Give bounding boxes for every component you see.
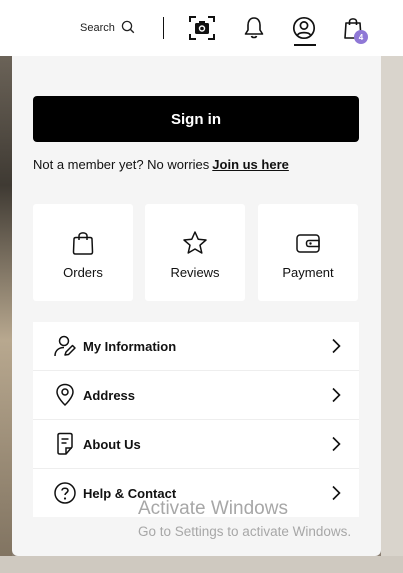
help-circle-icon <box>53 481 77 505</box>
user-edit-icon <box>53 334 77 358</box>
join-us-link[interactable]: Join us here <box>212 157 289 172</box>
orders-tile[interactable]: Orders <box>33 204 133 301</box>
background-page <box>0 56 12 573</box>
location-pin-icon <box>53 383 77 407</box>
member-prompt-text: Not a member yet? No worries <box>33 157 210 172</box>
star-icon <box>182 230 208 256</box>
cart-count-badge: 4 <box>354 30 368 44</box>
top-header: Search 4 <box>0 0 403 56</box>
shopping-bag-icon <box>71 230 95 256</box>
reviews-tile[interactable]: Reviews <box>145 204 245 301</box>
search-label: Search <box>80 22 115 34</box>
user-icon <box>292 16 316 40</box>
chevron-right-icon <box>331 387 341 408</box>
chevron-right-icon <box>331 338 341 359</box>
menu-item-address[interactable]: Address <box>33 371 359 420</box>
tile-label: Orders <box>63 265 103 280</box>
camera-icon <box>188 14 216 42</box>
camera-search-button[interactable] <box>188 14 216 42</box>
account-dropdown-panel: Sign in Not a member yet? No worries Join… <box>12 56 381 556</box>
menu-item-my-information[interactable]: My Information <box>33 322 359 371</box>
chevron-right-icon <box>331 485 341 506</box>
document-icon <box>53 432 77 456</box>
background-page-bottom <box>0 556 403 573</box>
active-indicator <box>294 44 316 46</box>
menu-item-help-contact[interactable]: Help & Contact <box>33 469 359 517</box>
background-page-right <box>381 56 403 573</box>
menu-item-label: Help & Contact <box>83 485 177 501</box>
menu-item-label: My Information <box>83 338 177 354</box>
menu-item-label: About Us <box>83 436 141 452</box>
sign-in-button[interactable]: Sign in <box>33 96 359 142</box>
notifications-button[interactable] <box>240 14 268 42</box>
tile-label: Payment <box>282 265 334 280</box>
search-icon <box>121 20 135 37</box>
wallet-icon <box>295 230 321 256</box>
menu-item-label: Address <box>83 387 136 403</box>
menu-item-about-us[interactable]: About Us <box>33 420 359 469</box>
member-prompt: Not a member yet? No worries Join us here <box>33 157 289 172</box>
search-button[interactable]: Search <box>80 18 135 38</box>
tile-label: Reviews <box>170 265 220 280</box>
header-divider <box>163 17 164 39</box>
bell-icon <box>243 16 265 40</box>
account-button[interactable] <box>290 14 318 42</box>
account-menu-list: My Information Address About Us Help & C… <box>33 322 359 517</box>
chevron-right-icon <box>331 436 341 457</box>
payment-tile[interactable]: Payment <box>258 204 358 301</box>
